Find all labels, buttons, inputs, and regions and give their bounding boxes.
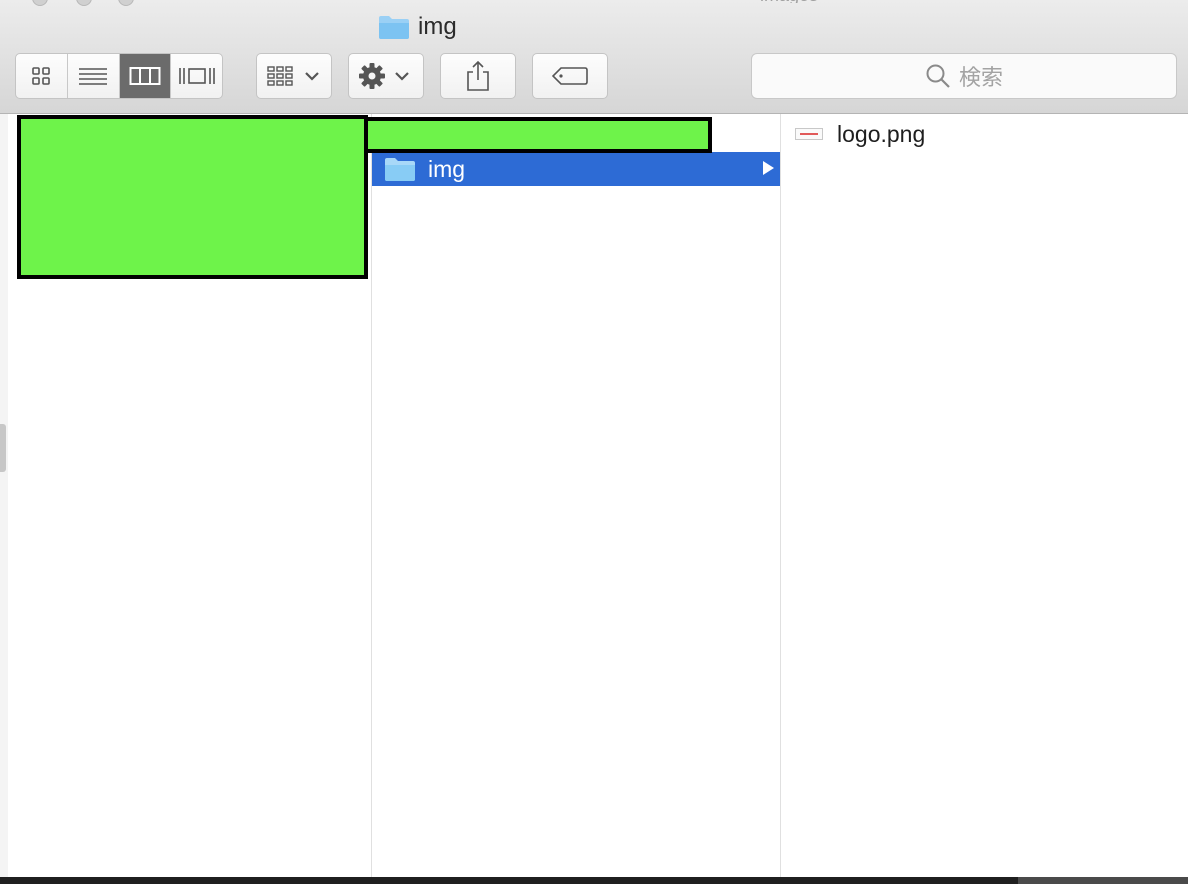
background-tab-title: images: [760, 0, 818, 3]
gallery-icon: [178, 68, 215, 84]
minimize-window-button[interactable]: [76, 0, 92, 6]
background-tab[interactable]: images: [720, 0, 860, 3]
view-mode-control: [15, 53, 223, 99]
search-field[interactable]: 検索: [751, 53, 1177, 99]
share-button[interactable]: [440, 53, 516, 99]
folder-icon: [385, 158, 415, 181]
columns-icon: [129, 67, 161, 85]
bottom-edge: [0, 877, 1188, 884]
search-icon: [926, 64, 950, 88]
browser-column-2: img: [372, 114, 781, 877]
zoom-window-button[interactable]: [118, 0, 134, 6]
icon-view-button[interactable]: [16, 54, 68, 98]
tag-button[interactable]: [532, 53, 608, 99]
disclosure-arrow-icon: [763, 161, 774, 175]
list-view-button[interactable]: [68, 54, 120, 98]
sidebar-resize-handle[interactable]: [0, 424, 6, 472]
grid-arrange-icon: [267, 66, 319, 86]
chevron-down-icon: [305, 72, 319, 81]
folder-row-img[interactable]: img: [372, 152, 780, 186]
finder-toolbar: images img: [0, 0, 1188, 114]
share-icon: [467, 60, 489, 91]
folder-name: img: [428, 155, 466, 182]
column-view-button[interactable]: [119, 54, 172, 98]
file-name: logo.png: [837, 120, 926, 147]
gear-icon: [359, 63, 409, 89]
file-row-logo[interactable]: logo.png: [795, 120, 925, 148]
close-window-button[interactable]: [32, 0, 48, 6]
png-file-icon: [795, 128, 823, 140]
window-title-text: img: [418, 13, 457, 40]
gallery-view-button[interactable]: [171, 54, 222, 98]
search-placeholder: 検索: [958, 65, 1003, 90]
icon-grid-icon: [32, 67, 51, 85]
list-lines-icon: [79, 68, 108, 85]
browser-column-3: logo.png: [781, 114, 1188, 877]
action-menu-button[interactable]: [348, 53, 424, 99]
redaction-box: [364, 117, 712, 153]
window-title: img: [378, 12, 457, 42]
tag-icon: [552, 67, 588, 85]
arrange-button[interactable]: [256, 53, 332, 99]
redaction-box: [17, 115, 368, 279]
bottom-edge-segment: [1018, 877, 1188, 884]
folder-icon: [379, 16, 409, 39]
